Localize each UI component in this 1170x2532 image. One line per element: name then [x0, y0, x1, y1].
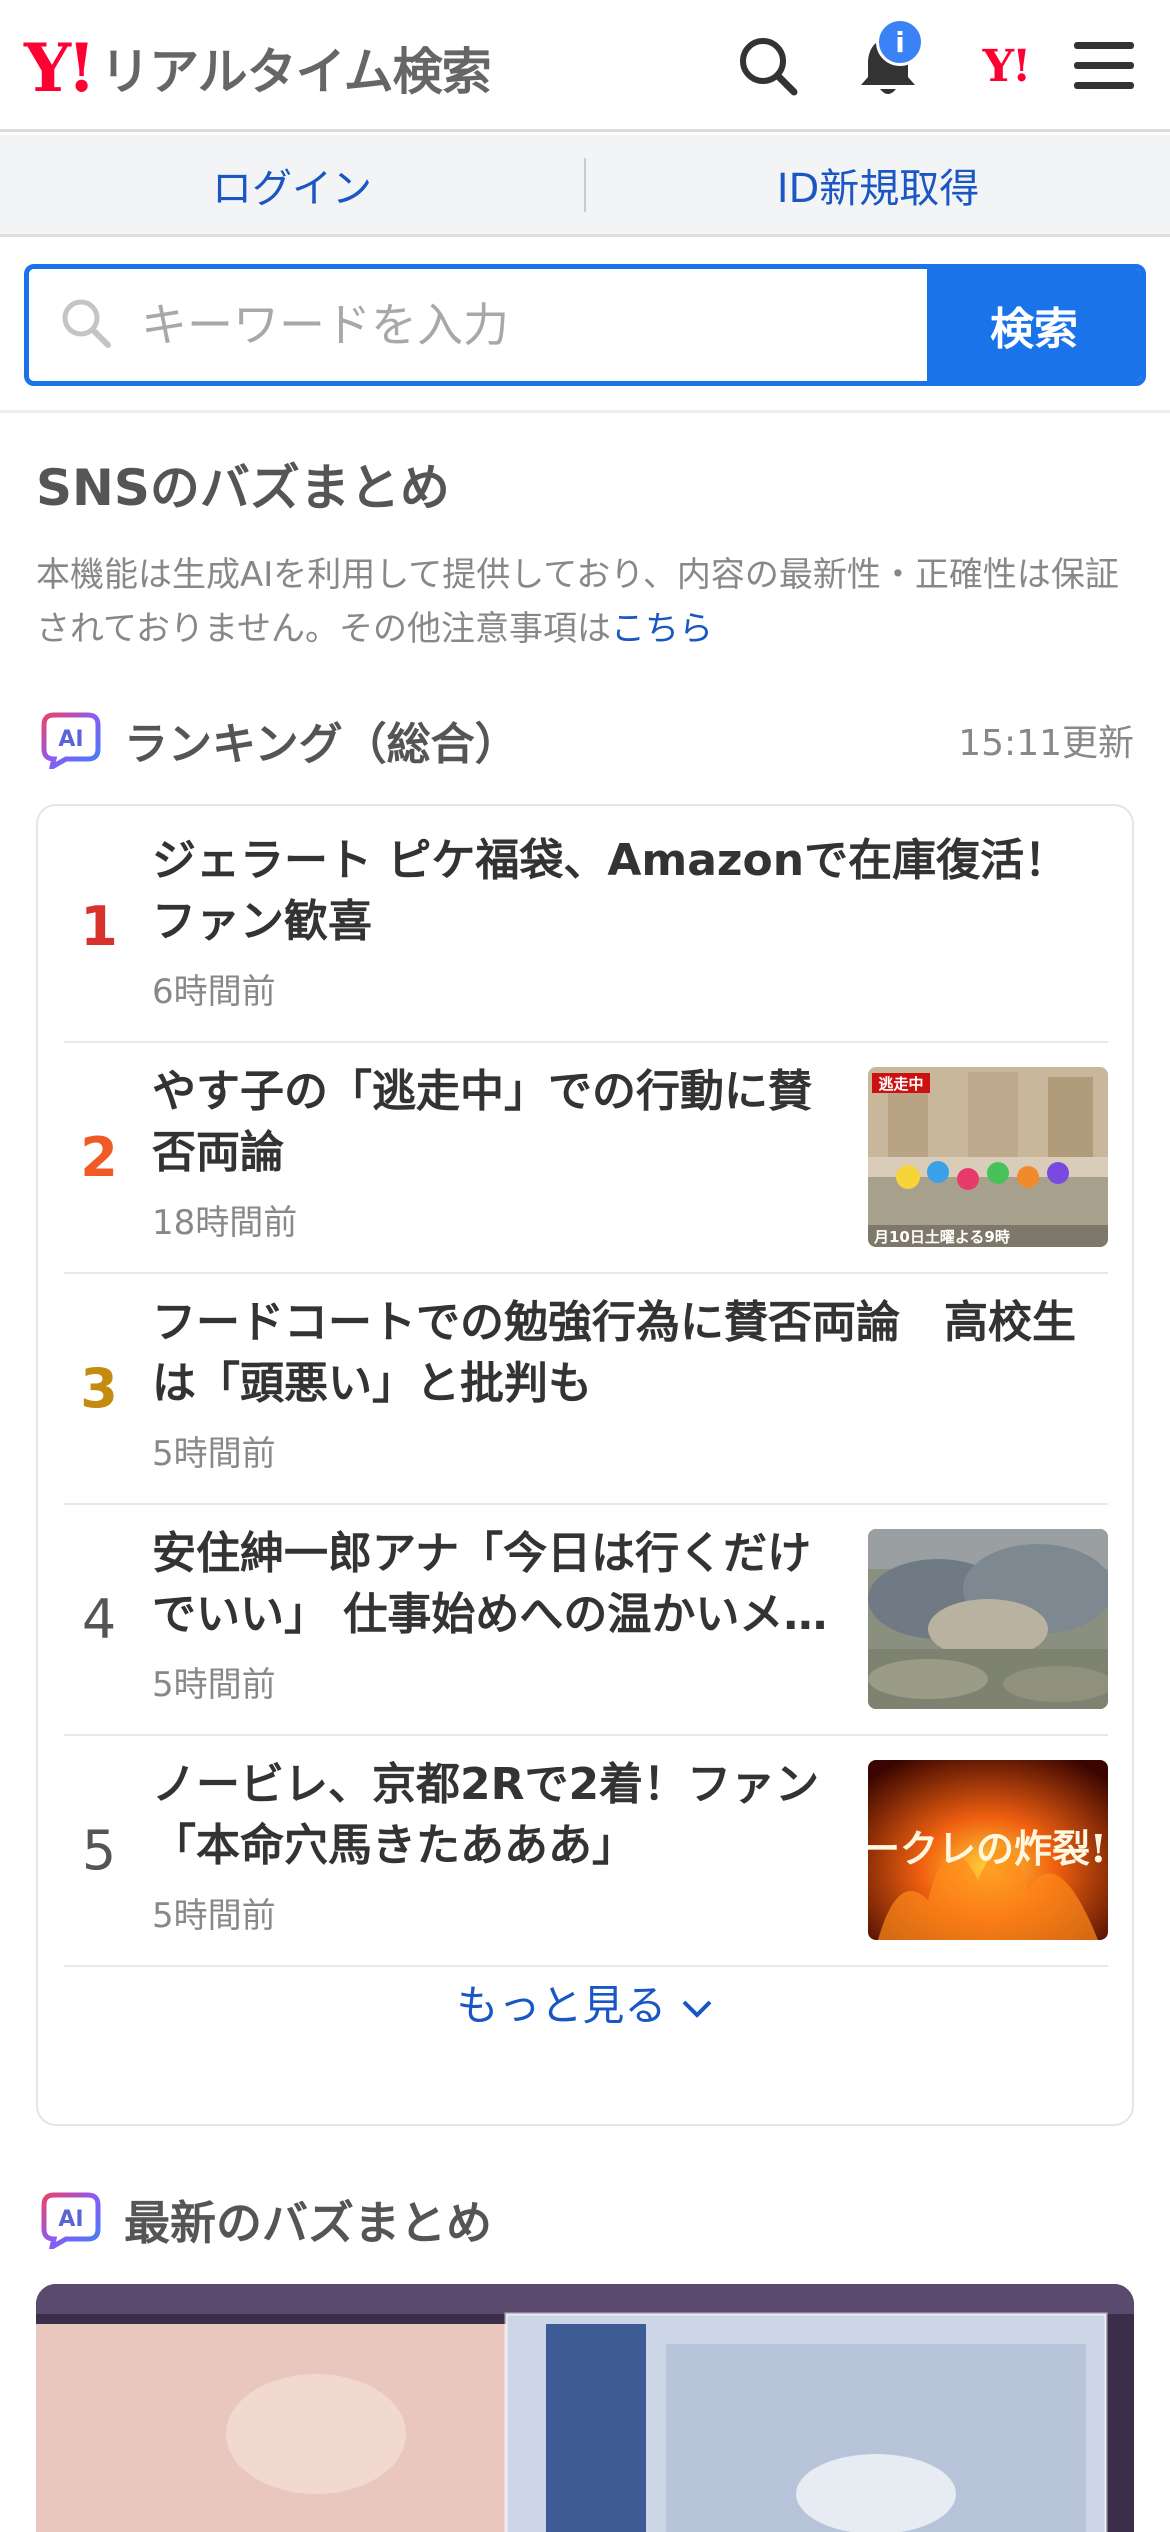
- ranking-item-time: 6時間前: [152, 972, 276, 1012]
- ranking-item-time: 5時間前: [152, 1896, 276, 1936]
- latest-title: 最新のバズまとめ: [124, 2196, 492, 2250]
- signup-link[interactable]: ID新規取得: [586, 156, 1170, 214]
- ranking-item[interactable]: 1 ジェラート ピケ福袋、Amazonで在庫復活！ファン歓喜 6時間前: [64, 812, 1108, 1043]
- notification-bell-icon[interactable]: i: [848, 18, 928, 106]
- ranking-item[interactable]: 5 ノービレ、京都2Rで2着！ファン「本命穴馬きたあああ」 5時間前 ークレの炸…: [64, 1736, 1108, 1967]
- rank-number: 1: [80, 895, 118, 958]
- ranking-thumbnail[interactable]: [868, 1529, 1108, 1709]
- rank-number: 3: [80, 1357, 118, 1420]
- search-box: 検索: [24, 264, 1146, 386]
- ranking-item[interactable]: 4 安住紳一郎アナ「今日は行くだけでいい」 仕事始めへの温かいメ… 5時間前: [64, 1505, 1108, 1736]
- latest-header: AI 最新のバズまとめ: [40, 2182, 492, 2258]
- ranking-item-title: やす子の「逃走中」での行動に賛否両論: [152, 1066, 812, 1178]
- thumbnail-logo-text: 逃走中: [878, 1075, 923, 1093]
- search-field-icon: [59, 296, 113, 354]
- notification-badge: i: [876, 18, 924, 66]
- yahoo-logo-mark: Y!: [24, 29, 96, 107]
- section-title: SNSのバズまとめ: [36, 459, 450, 517]
- app-title: リアルタイム検索: [100, 43, 491, 101]
- yahoo-realtime-logo[interactable]: Y! リアルタイム検索: [24, 28, 492, 108]
- show-more-label: もっと見る: [456, 1981, 667, 2030]
- ranking-item[interactable]: 3 フードコートでの勉強行為に賛否両論 高校生は「頭悪い」と批判も 5時間前: [64, 1274, 1108, 1505]
- ranking-item-title: ジェラート ピケ福袋、Amazonで在庫復活！ファン歓喜: [152, 835, 1069, 947]
- chevron-down-icon: [680, 1981, 714, 2030]
- ranking-thumbnail[interactable]: ークレの炸裂!: [868, 1760, 1108, 1940]
- ranking-item-title: フードコートでの勉強行為に賛否両論 高校生は「頭悪い」と批判も: [152, 1297, 1076, 1409]
- divider: [0, 410, 1170, 413]
- rank-number: 4: [81, 1588, 117, 1651]
- latest-buzz-image[interactable]: [36, 2284, 1134, 2532]
- ranking-item-title: ノービレ、京都2Rで2着！ファン「本命穴馬きたあああ」: [152, 1759, 820, 1871]
- yahoo-top-icon[interactable]: Y!: [966, 26, 1046, 106]
- ranking-header: AI ランキング（総合） 15:11更新: [40, 702, 1134, 778]
- ai-badge-text: AI: [58, 727, 83, 752]
- hamburger-menu-icon[interactable]: [1064, 26, 1144, 106]
- rank-number: 5: [81, 1819, 117, 1882]
- thumbnail-caption: 月10日土曜よる9時: [873, 1228, 1010, 1246]
- show-more-button[interactable]: もっと見る: [38, 1972, 1132, 2033]
- ranking-item-time: 18時間前: [152, 1203, 298, 1243]
- search-input[interactable]: [141, 298, 841, 352]
- ai-badge-text: AI: [58, 2207, 83, 2232]
- ranking-updated-time: 15:11更新: [958, 723, 1134, 764]
- ranking-item[interactable]: 2 やす子の「逃走中」での行動に賛否両論 18時間前 逃走中 月10日土曜よる9…: [64, 1043, 1108, 1274]
- app-header: Y! リアルタイム検索 i Y!: [0, 0, 1170, 132]
- search-icon[interactable]: [728, 26, 808, 106]
- thumbnail-caption: ークレの炸裂!: [868, 1826, 1107, 1871]
- ranking-item-title: 安住紳一郎アナ「今日は行くだけでいい」 仕事始めへの温かいメ…: [152, 1528, 828, 1640]
- ranking-card: 1 ジェラート ピケ福袋、Amazonで在庫復活！ファン歓喜 6時間前 2 やす…: [36, 804, 1134, 2126]
- login-link[interactable]: ログイン: [0, 156, 584, 214]
- ai-badge-icon: AI: [40, 711, 102, 769]
- ranking-thumbnail[interactable]: 逃走中 月10日土曜よる9時: [868, 1067, 1108, 1247]
- ranking-item-time: 5時間前: [152, 1434, 276, 1474]
- search-button[interactable]: 検索: [927, 269, 1141, 381]
- yahoo-mini-logo: Y!: [982, 40, 1032, 92]
- auth-bar: ログイン ID新規取得: [0, 135, 1170, 237]
- ranking-item-time: 5時間前: [152, 1665, 276, 1705]
- ranking-title: ランキング（総合）: [124, 719, 519, 770]
- ai-badge-icon: AI: [40, 2191, 102, 2249]
- notice-link[interactable]: こちら: [611, 609, 713, 649]
- ai-notice-text: 本機能は生成AIを利用して提供しており、内容の最新性・正確性は保証されておりませ…: [36, 555, 1119, 649]
- search-field-wrapper[interactable]: [29, 269, 927, 381]
- rank-number: 2: [80, 1126, 118, 1189]
- ai-notice: 本機能は生成AIを利用して提供しており、内容の最新性・正確性は保証されておりませ…: [36, 548, 1136, 656]
